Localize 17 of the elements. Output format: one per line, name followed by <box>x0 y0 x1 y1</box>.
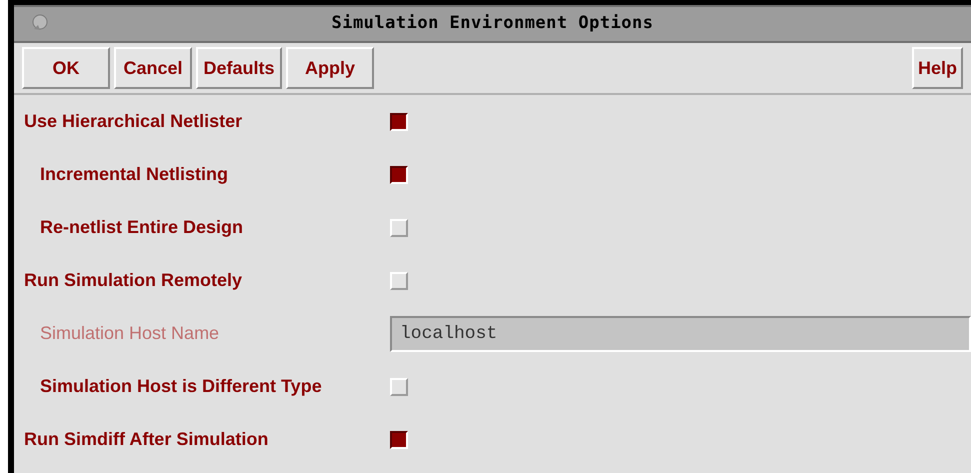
option-label: Run Simulation Remotely <box>23 269 244 292</box>
checkbox[interactable] <box>390 112 408 130</box>
option-label: Re-netlist Entire Design <box>39 216 244 239</box>
option-label: Simulation Host Name <box>39 322 220 345</box>
option-label: Incremental Netlisting <box>39 163 230 186</box>
help-button[interactable]: Help <box>912 47 963 89</box>
window-menu-icon[interactable] <box>30 13 50 33</box>
checkbox[interactable] <box>390 166 408 184</box>
checkbox[interactable] <box>390 430 408 448</box>
option-label: Use Hierarchical Netlister <box>23 110 244 133</box>
dialog-button[interactable]: Apply <box>286 47 374 89</box>
dialog-button[interactable]: Cancel <box>114 47 192 89</box>
window-title: Simulation Environment Options <box>331 12 654 36</box>
dialog-button[interactable]: Defaults <box>196 47 282 89</box>
option-label: Run Simdiff After Simulation <box>23 428 270 451</box>
dialog-button[interactable]: OK <box>22 47 110 89</box>
option-label: Simulation Host is Different Type <box>39 375 323 398</box>
